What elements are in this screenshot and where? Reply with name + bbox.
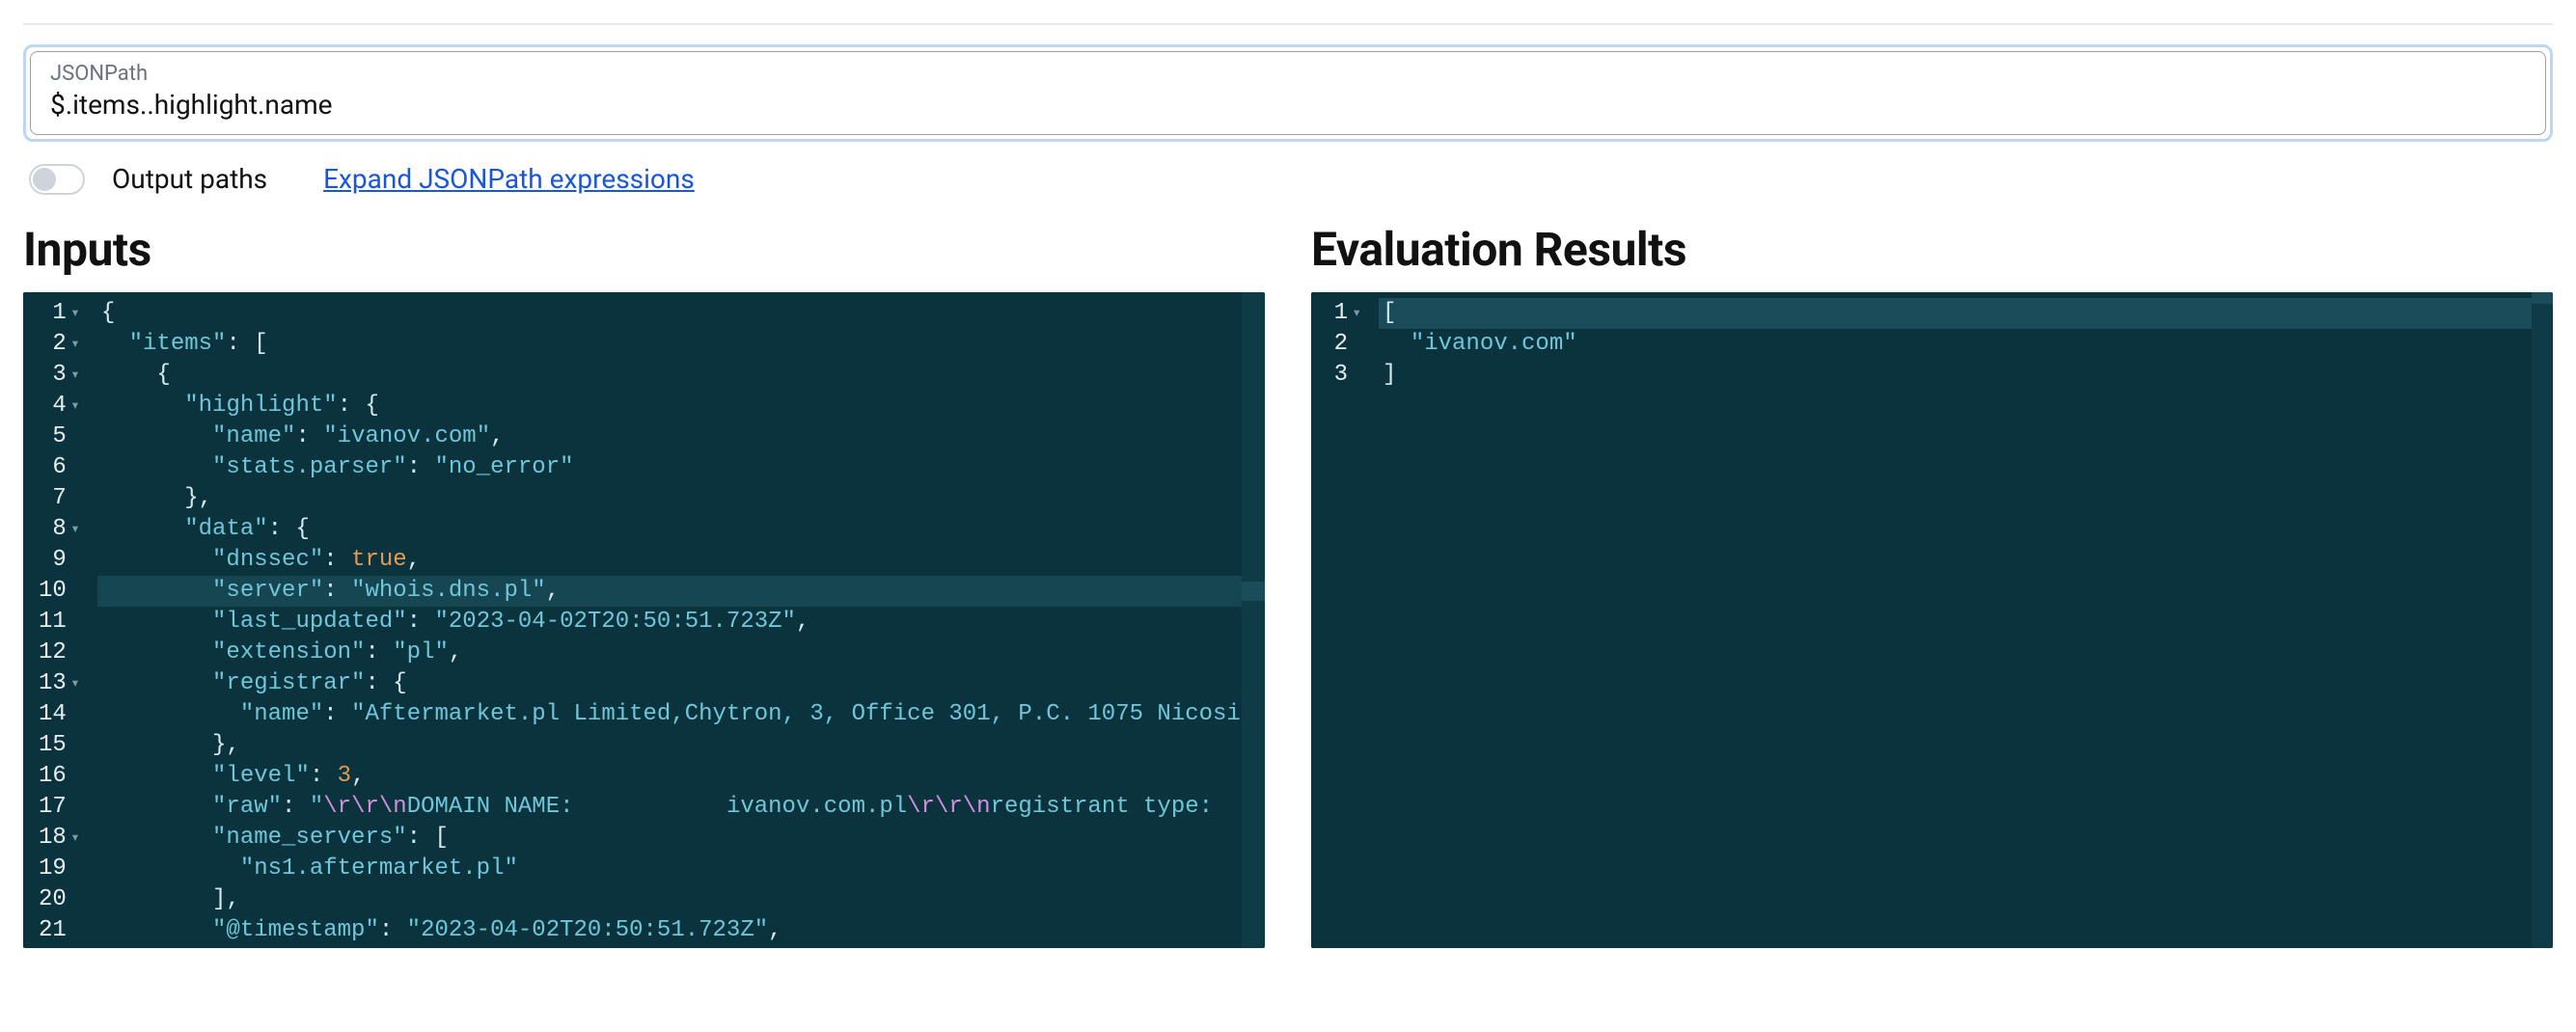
top-divider xyxy=(23,23,2553,25)
expand-jsonpath-link[interactable]: Expand JSONPath expressions xyxy=(323,163,695,195)
results-panel: Evaluation Results 1▾23 [ "ivanov.com"] xyxy=(1311,222,2553,948)
results-code[interactable]: [ "ivanov.com"] xyxy=(1371,292,2553,948)
jsonpath-label: JSONPath xyxy=(50,62,2526,87)
inputs-panel: Inputs 1▾2▾3▾4▾5678▾910111213▾1415161718… xyxy=(23,222,1265,948)
results-heading: Evaluation Results xyxy=(1311,222,2553,277)
inputs-code[interactable]: { "items": [ { "highlight": { "name": "i… xyxy=(90,292,1265,948)
jsonpath-input[interactable] xyxy=(50,87,2526,121)
output-paths-label: Output paths xyxy=(112,163,267,195)
jsonpath-query-container: JSONPath xyxy=(23,44,2553,142)
inputs-editor[interactable]: 1▾2▾3▾4▾5678▾910111213▾1415161718▾192021… xyxy=(23,292,1265,948)
inputs-gutter: 1▾2▾3▾4▾5678▾910111213▾1415161718▾192021… xyxy=(23,292,90,948)
controls-row: Output paths Expand JSONPath expressions xyxy=(23,163,2553,195)
inputs-heading: Inputs xyxy=(23,222,1265,277)
results-editor[interactable]: 1▾23 [ "ivanov.com"] xyxy=(1311,292,2553,948)
results-scrollbar[interactable] xyxy=(2532,292,2553,948)
inputs-scrollbar[interactable] xyxy=(1242,292,1265,948)
toggle-knob xyxy=(33,168,56,191)
results-gutter: 1▾23 xyxy=(1311,292,1371,948)
jsonpath-query-inner[interactable]: JSONPath xyxy=(30,51,2546,135)
output-paths-toggle[interactable] xyxy=(29,164,85,195)
panels: Inputs 1▾2▾3▾4▾5678▾910111213▾1415161718… xyxy=(23,222,2553,948)
